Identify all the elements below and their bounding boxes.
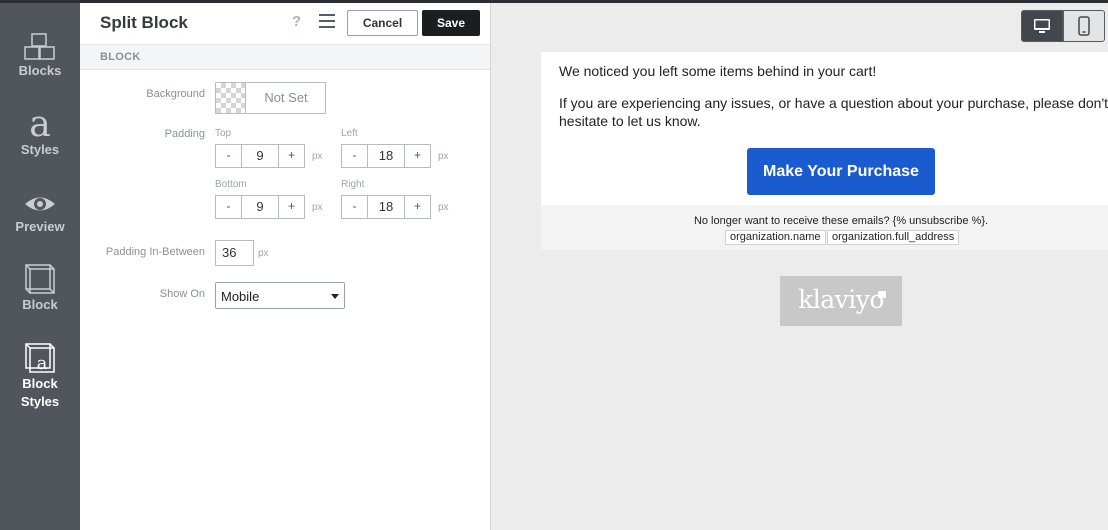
- cube-icon: [25, 264, 55, 294]
- unit-label: px: [438, 202, 449, 213]
- mobile-view-button[interactable]: [1063, 10, 1105, 42]
- rail-label: Styles: [20, 142, 60, 157]
- desktop-view-button[interactable]: [1021, 10, 1063, 42]
- padding-left-stepper[interactable]: - 18 +: [341, 144, 431, 168]
- unit-label: px: [258, 248, 269, 259]
- rail-item-block-styles[interactable]: a Block Styles: [0, 341, 80, 411]
- email-line-1: We noticed you left some items behind in…: [559, 63, 877, 79]
- rail-label: Blocks: [18, 63, 62, 78]
- padding-bottom-stepper[interactable]: - 9 +: [215, 195, 305, 219]
- padding-left-value[interactable]: 18: [368, 145, 404, 167]
- rail-item-preview[interactable]: Preview: [0, 190, 80, 236]
- padding-label: Padding: [164, 128, 205, 140]
- blocks-icon: [24, 33, 55, 60]
- unit-label: px: [438, 151, 449, 162]
- rail-label: Preview: [15, 219, 65, 234]
- menu-icon[interactable]: [319, 14, 335, 28]
- padding-between-input[interactable]: 36: [215, 240, 254, 266]
- rail-label: Styles: [20, 394, 60, 409]
- padding-bottom-label: Bottom: [215, 179, 247, 190]
- padding-bottom-value[interactable]: 9: [242, 196, 278, 218]
- left-rail: Blocks a Styles Preview Block a Block St…: [0, 3, 80, 530]
- background-label: Background: [146, 88, 205, 100]
- editor-panel: Split Block ? Cancel Save BLOCK Backgrou…: [80, 3, 491, 530]
- decrement-button[interactable]: -: [342, 145, 368, 167]
- show-on-select[interactable]: Mobile: [215, 282, 345, 309]
- email-line-2a: If you are experiencing any issues, or h…: [559, 95, 1108, 111]
- email-body: We noticed you left some items behind in…: [541, 52, 1108, 205]
- padding-right-stepper[interactable]: - 18 +: [341, 195, 431, 219]
- show-on-label: Show On: [159, 288, 205, 300]
- klaviyo-logo: klaviyo: [780, 276, 902, 326]
- eye-icon: [25, 197, 55, 211]
- make-purchase-button[interactable]: Make Your Purchase: [747, 148, 935, 195]
- padding-top-value[interactable]: 9: [242, 145, 278, 167]
- section-label: BLOCK: [100, 51, 141, 63]
- unit-label: px: [312, 202, 323, 213]
- decrement-button[interactable]: -: [216, 196, 242, 218]
- padding-top-stepper[interactable]: - 9 +: [215, 144, 305, 168]
- increment-button[interactable]: +: [404, 196, 430, 218]
- organization-name-tag: organization.name: [725, 230, 826, 245]
- transparent-swatch: [216, 83, 246, 113]
- decrement-button[interactable]: -: [342, 196, 368, 218]
- increment-button[interactable]: +: [278, 145, 304, 167]
- padding-right-label: Right: [341, 179, 365, 190]
- padding-left-label: Left: [341, 128, 358, 139]
- unsubscribe-text: No longer want to receive these emails? …: [693, 215, 989, 227]
- rail-item-block[interactable]: Block: [0, 262, 80, 314]
- increment-button[interactable]: +: [278, 196, 304, 218]
- email-footer: No longer want to receive these emails? …: [541, 205, 1108, 250]
- show-on-value: Mobile: [221, 289, 260, 304]
- panel-header: Split Block ? Cancel Save: [80, 3, 490, 44]
- rail-label: Block: [22, 376, 58, 391]
- background-value: Not Set: [264, 90, 308, 105]
- panel-title: Split Block: [100, 13, 188, 32]
- email-line-2b: hesitate to let us know.: [559, 113, 701, 129]
- styles-icon: a: [29, 107, 50, 141]
- svg-text:a: a: [29, 107, 50, 141]
- logo-text: klaviyo: [798, 285, 884, 314]
- decrement-button[interactable]: -: [216, 145, 242, 167]
- padding-between-label: Padding In-Between: [105, 246, 205, 258]
- email-preview: We noticed you left some items behind in…: [491, 3, 1108, 530]
- organization-address-tag: organization.full_address: [827, 230, 960, 245]
- background-color-picker[interactable]: Not Set: [215, 82, 326, 114]
- increment-button[interactable]: +: [404, 145, 430, 167]
- caret-down-icon: [331, 294, 339, 299]
- desktop-icon: [1034, 19, 1050, 33]
- cancel-button[interactable]: Cancel: [347, 10, 418, 36]
- mobile-icon: [1078, 16, 1090, 36]
- rail-label: Block: [22, 297, 58, 312]
- save-button[interactable]: Save: [422, 10, 480, 36]
- padding-right-value[interactable]: 18: [368, 196, 404, 218]
- svg-text:a: a: [37, 353, 48, 374]
- padding-top-label: Top: [215, 128, 232, 139]
- rail-item-styles[interactable]: a Styles: [0, 107, 80, 159]
- unit-label: px: [312, 151, 323, 162]
- section-header: BLOCK: [80, 44, 490, 70]
- flag-icon: [878, 291, 886, 298]
- help-icon[interactable]: ?: [292, 13, 301, 30]
- block-styles-icon: a: [25, 343, 55, 374]
- rail-item-blocks[interactable]: Blocks: [0, 32, 80, 80]
